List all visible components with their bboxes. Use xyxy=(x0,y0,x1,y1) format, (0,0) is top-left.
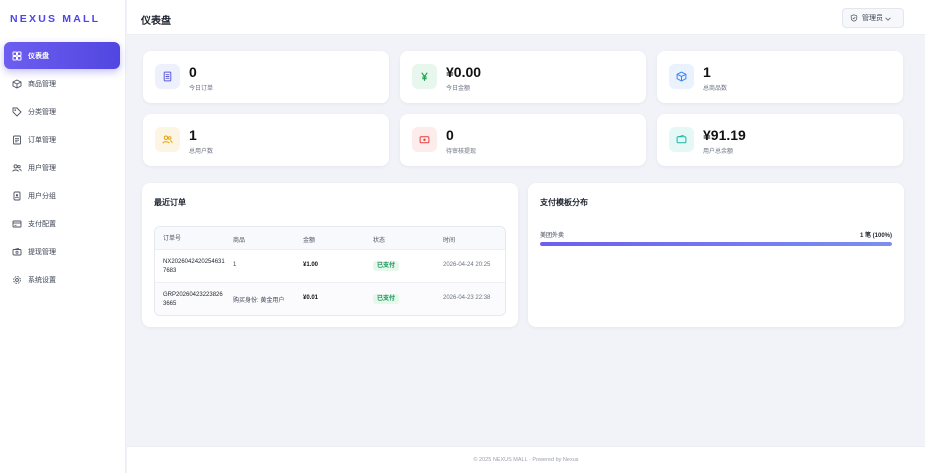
yen-icon xyxy=(412,64,437,89)
sidebar-item-payment-config[interactable]: 支付配置 xyxy=(4,210,120,237)
stat-label: 待审核提现 xyxy=(446,149,477,155)
sidebar-item-label: 系统设置 xyxy=(28,276,56,284)
user-menu-button[interactable]: 管理员 xyxy=(842,8,904,28)
recent-orders-panel: 最近订单 订单号 商品 金额 状态 时间 NX20260424202546317… xyxy=(142,183,518,327)
distribution-item-value: 1 笔 (100%) xyxy=(859,233,892,239)
stat-card-user-balance: ¥91.19 用户总余额 xyxy=(657,114,903,166)
sidebar-item-dashboard[interactable]: 仪表盘 xyxy=(4,42,120,69)
card-icon xyxy=(12,219,22,229)
stat-card-today-amount: ¥0.00 今日金额 xyxy=(400,51,646,103)
column-header: 订单号 xyxy=(163,236,182,242)
sidebar-item-label: 提现管理 xyxy=(28,248,56,256)
wallet-icon xyxy=(669,127,694,152)
stat-value: 1 xyxy=(189,127,197,143)
stat-value: 1 xyxy=(703,64,711,80)
order-amount: ¥0.01 xyxy=(303,295,319,301)
distribution-progress-bar xyxy=(540,242,892,246)
stat-value: 0 xyxy=(446,127,454,143)
stat-label: 今日订单 xyxy=(189,86,214,92)
sidebar-item-label: 商品管理 xyxy=(28,80,56,88)
sidebar-item-settings[interactable]: 系统设置 xyxy=(4,266,120,293)
sidebar-item-user-groups[interactable]: 用户分组 xyxy=(4,182,120,209)
distribution-item-name: 美团外卖 xyxy=(540,233,565,239)
distribution-progress-fill xyxy=(540,242,892,246)
user-role-label: 管理员 xyxy=(862,15,883,22)
stat-value: 0 xyxy=(189,64,197,80)
shield-icon xyxy=(850,14,858,22)
stat-label: 总用户数 xyxy=(189,149,214,155)
sidebar-item-label: 用户分组 xyxy=(28,192,56,200)
sidebar-item-label: 支付配置 xyxy=(28,220,56,228)
users-icon xyxy=(155,127,180,152)
top-header: 仪表盘 管理员 xyxy=(127,0,925,35)
stat-label: 今日金额 xyxy=(446,86,471,92)
order-number: NX20260424202546317683 xyxy=(163,259,225,274)
page-title: 仪表盘 xyxy=(141,16,171,27)
column-header: 时间 xyxy=(443,238,456,244)
stat-value: ¥0.00 xyxy=(446,64,482,80)
sidebar-item-categories[interactable]: 分类管理 xyxy=(4,98,120,125)
dashboard-icon xyxy=(12,51,22,61)
footer: © 2025 NEXUS MALL · Powered by Nexus xyxy=(127,446,925,473)
order-number: GRP20260423223826366​5 xyxy=(163,292,223,307)
stat-label: 总商品数 xyxy=(703,86,728,92)
users-icon xyxy=(12,163,22,173)
tag-icon xyxy=(12,107,22,117)
sidebar: NEXUS MALL 仪表盘 商品管理 分类管理 订单管理 用户管理 用户分组 … xyxy=(0,0,126,473)
stat-card-pending-withdrawals: 0 待审核提现 xyxy=(400,114,646,166)
order-time: 2026-04-24 20:25 xyxy=(443,262,491,268)
column-header: 状态 xyxy=(373,238,386,244)
status-badge: 已支付 xyxy=(373,293,400,304)
cash-icon xyxy=(412,127,437,152)
box-icon xyxy=(669,64,694,89)
table-header: 订单号 商品 金额 状态 时间 xyxy=(155,227,505,250)
panel-title: 最近订单 xyxy=(154,198,186,207)
status-badge-text: 已支付 xyxy=(373,261,400,271)
status-badge: 已支付 xyxy=(373,260,400,271)
panel-title: 支付模板分布 xyxy=(540,198,588,207)
status-badge-text: 已支付 xyxy=(373,294,400,304)
sidebar-item-label: 分类管理 xyxy=(28,108,56,116)
stat-card-total-products: 1 总商品数 xyxy=(657,51,903,103)
chevron-down-icon xyxy=(885,17,891,21)
sidebar-item-label: 仪表盘 xyxy=(28,52,49,60)
sidebar-item-products[interactable]: 商品管理 xyxy=(4,70,120,97)
payment-distribution-panel: 支付模板分布 美团外卖 1 笔 (100%) xyxy=(528,183,904,327)
receipt-icon xyxy=(12,135,22,145)
table-row[interactable]: GRP20260423223826366​5 购买身份: 黄金用户 ¥0.01 … xyxy=(155,283,505,315)
sidebar-item-orders[interactable]: 订单管理 xyxy=(4,126,120,153)
column-header: 金额 xyxy=(303,238,316,244)
order-product: 1 xyxy=(233,262,237,268)
sidebar-nav: 仪表盘 商品管理 分类管理 订单管理 用户管理 用户分组 支付配置 提现管理 系… xyxy=(4,42,120,294)
order-amount: ¥1.00 xyxy=(303,262,319,268)
order-product: 购买身份: 黄金用户 xyxy=(233,298,285,304)
badge-icon xyxy=(12,191,22,201)
sidebar-item-users[interactable]: 用户管理 xyxy=(4,154,120,181)
box-icon xyxy=(12,78,22,89)
stat-card-today-orders: 0 今日订单 xyxy=(143,51,389,103)
orders-table: 订单号 商品 金额 状态 时间 NX20260424202546317683 1… xyxy=(154,226,506,316)
sidebar-item-label: 订单管理 xyxy=(28,136,56,144)
wallet-icon xyxy=(12,247,22,257)
stat-label: 用户总余额 xyxy=(703,149,734,155)
order-time: 2026-04-23 22:38 xyxy=(443,295,491,301)
document-icon xyxy=(155,64,180,89)
sidebar-item-label: 用户管理 xyxy=(28,164,56,172)
stat-value: ¥91.19 xyxy=(703,127,746,143)
gear-icon xyxy=(12,275,22,285)
brand-logo[interactable]: NEXUS MALL xyxy=(10,13,100,25)
table-row[interactable]: NX20260424202546317683 1 ¥1.00 已支付 2026-… xyxy=(155,250,505,283)
column-header: 商品 xyxy=(233,238,246,244)
stat-card-total-users: 1 总用户数 xyxy=(143,114,389,166)
sidebar-item-withdrawals[interactable]: 提现管理 xyxy=(4,238,120,265)
